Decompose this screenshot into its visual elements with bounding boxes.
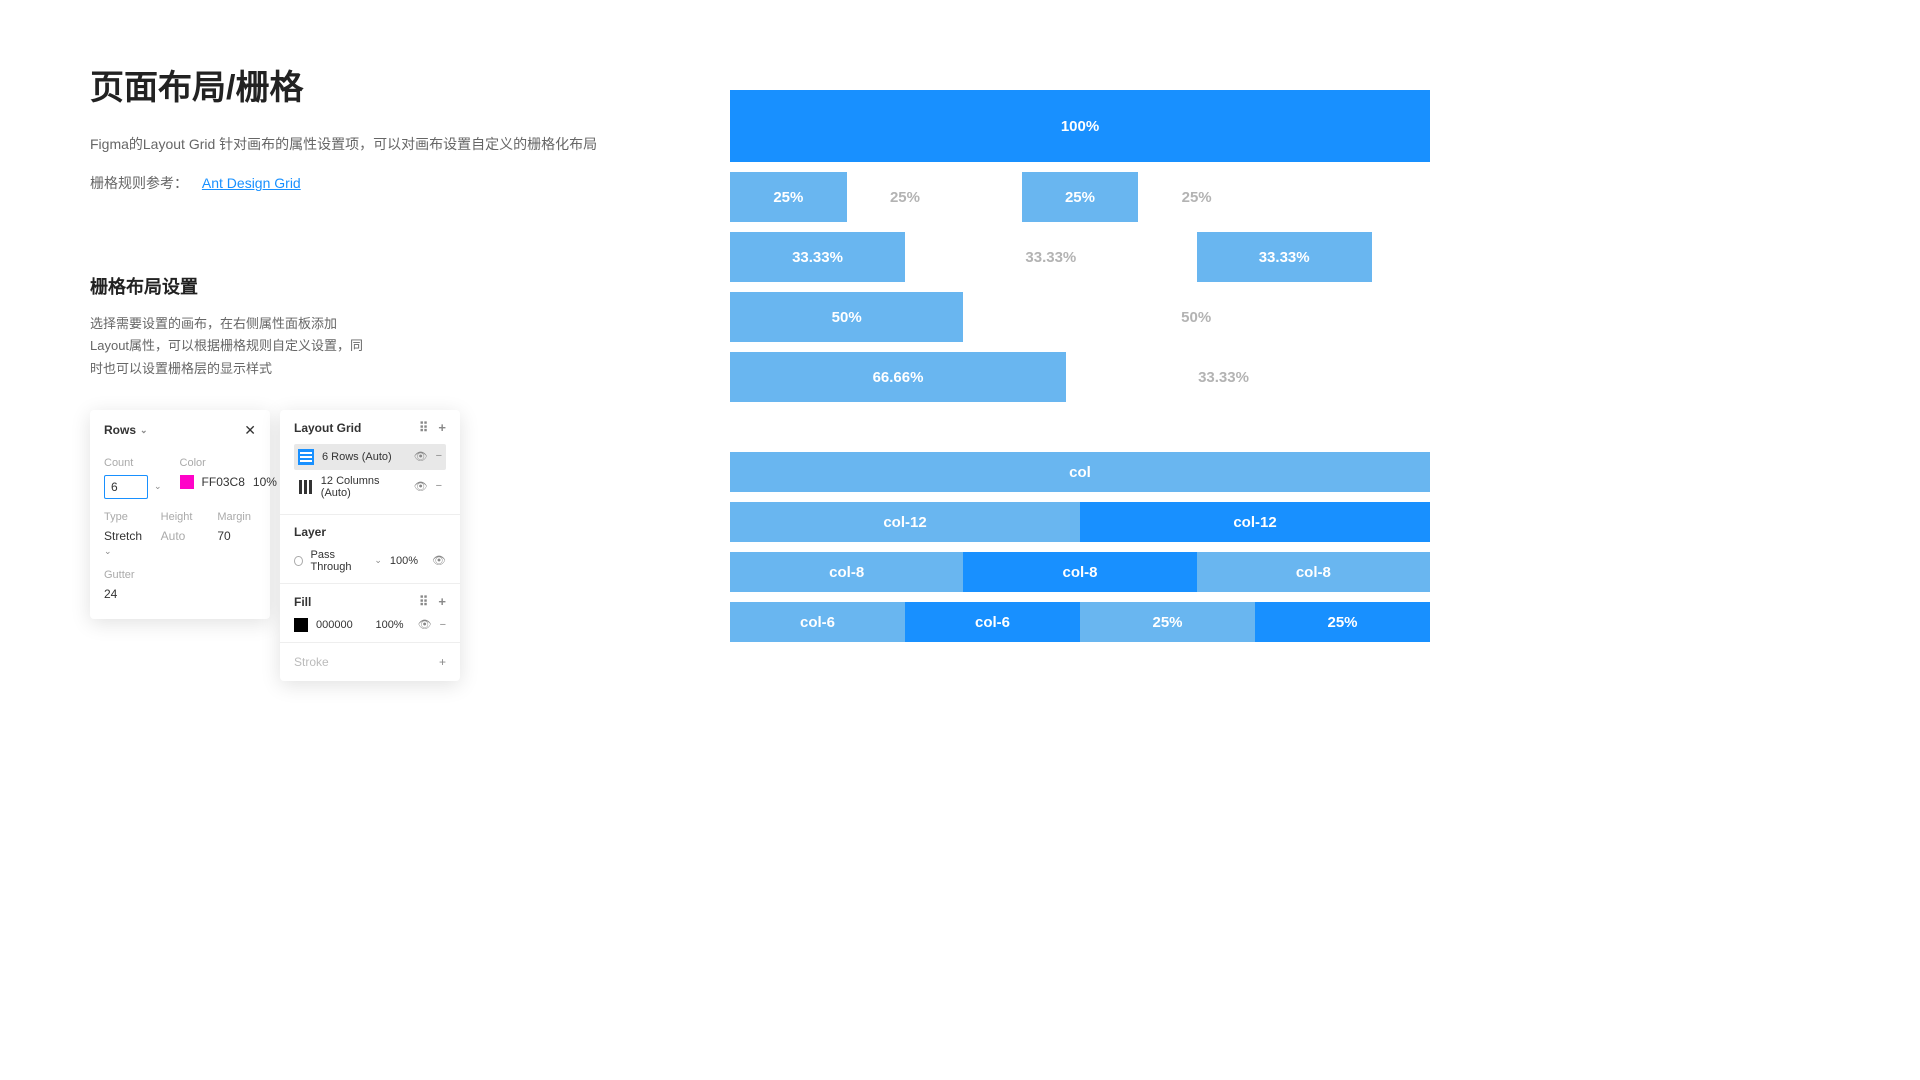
height-value: Auto [161, 529, 200, 543]
grid-cell: col-12 [730, 502, 1080, 542]
grid-cell: 33.33% [963, 232, 1138, 282]
grid-cell: 33.33% [730, 232, 905, 282]
figma-panels: Rows ⌄ ✕ Count 6 ⌄ Color [90, 410, 610, 681]
height-label: Height [161, 511, 200, 523]
grid-cell: 25% [847, 172, 964, 222]
blend-mode[interactable]: Pass Through [311, 549, 367, 573]
page-title: 页面布局/栅格 [90, 60, 610, 109]
grid-cell: col-8 [730, 552, 963, 592]
eye-icon[interactable]: 👁 [418, 618, 432, 631]
grid-cell: col-8 [963, 552, 1196, 592]
grid-item-cols[interactable]: 12 Columns (Auto) 👁− [294, 470, 446, 504]
fill-hex[interactable]: 000000 [316, 619, 353, 631]
section-desc: 选择需要设置的画布，在右侧属性面板添加Layout属性，可以根据栅格规则自定义设… [90, 313, 370, 379]
grid-cell: col-12 [1080, 502, 1430, 542]
grid-cell: col-6 [730, 602, 905, 642]
type-label: Type [104, 511, 143, 523]
grid-cell: col-8 [1197, 552, 1430, 592]
type-value[interactable]: Stretch ⌄ [104, 529, 143, 557]
chevron-down-icon: ⌄ [374, 555, 382, 566]
minus-icon[interactable]: − [440, 619, 446, 631]
gutter-label: Gutter [104, 569, 256, 581]
layout-grid-label: Layout Grid [294, 421, 361, 435]
color-opacity[interactable]: 10% [253, 475, 277, 489]
ref-label: 栅格规则参考： [90, 175, 188, 191]
margin-label: Margin [217, 511, 256, 523]
plus-icon[interactable]: + [438, 594, 446, 610]
rows-panel: Rows ⌄ ✕ Count 6 ⌄ Color [90, 410, 270, 619]
grid-cell: 25% [1255, 602, 1430, 642]
grid-cell: 50% [730, 292, 963, 342]
cols-item-label: 12 Columns (Auto) [321, 475, 406, 499]
minus-icon[interactable]: − [436, 480, 442, 493]
eye-icon[interactable]: 👁 [414, 480, 428, 493]
section-title: 栅格布局设置 [90, 273, 610, 299]
chevron-down-icon: ⌄ [140, 425, 148, 436]
margin-value[interactable]: 70 [217, 529, 256, 543]
rows-icon [298, 449, 314, 465]
color-label: Color [180, 457, 277, 469]
blend-icon [294, 556, 303, 566]
layer-opacity[interactable]: 100% [390, 555, 418, 567]
grid-cell: 33.33% [1136, 352, 1311, 402]
eye-icon[interactable]: 👁 [414, 450, 428, 463]
styles-icon[interactable]: ⠿ [419, 594, 429, 610]
color-hex[interactable]: FF03C8 [202, 475, 245, 489]
grid-cell: 66.66% [730, 352, 1066, 402]
fill-swatch[interactable] [294, 618, 308, 632]
rows-dropdown[interactable]: Rows [104, 423, 136, 437]
plus-icon[interactable]: + [439, 655, 446, 669]
grid-cell: 50% [1080, 292, 1313, 342]
grid-cell: col [730, 452, 1430, 492]
rows-item-label: 6 Rows (Auto) [322, 451, 392, 463]
close-icon[interactable]: ✕ [244, 422, 256, 439]
grid-cell: 33.33% [1197, 232, 1372, 282]
fill-label: Fill [294, 595, 311, 609]
page-desc: Figma的Layout Grid 针对画布的属性设置项，可以对画布设置自定义的… [90, 133, 610, 155]
fill-opacity[interactable]: 100% [375, 619, 403, 631]
ant-design-link[interactable]: Ant Design Grid [202, 175, 301, 191]
layer-label: Layer [294, 525, 326, 539]
gutter-value[interactable]: 24 [104, 587, 256, 601]
minus-icon[interactable]: − [436, 450, 442, 463]
grid-cell: 25% [1022, 172, 1139, 222]
chevron-down-icon[interactable]: ⌄ [154, 481, 162, 492]
grid-demo: 100% 25% 25% 25% 25% 33.33% 33.33% 33.33… [730, 90, 1430, 642]
stroke-label: Stroke [294, 655, 329, 669]
columns-icon [298, 479, 313, 495]
grid-styles-icon[interactable]: ⠿ [419, 420, 429, 436]
grid-cell: 25% [1138, 172, 1255, 222]
properties-panel: Layout Grid ⠿ + 6 Rows (Auto) 👁− 12 Col [280, 410, 460, 681]
eye-icon[interactable]: 👁 [432, 554, 446, 567]
grid-cell: 25% [1080, 602, 1255, 642]
plus-icon[interactable]: + [438, 420, 446, 436]
grid-cell: 25% [730, 172, 847, 222]
grid-item-rows[interactable]: 6 Rows (Auto) 👁− [294, 444, 446, 470]
count-input[interactable]: 6 [104, 475, 148, 499]
count-label: Count [104, 457, 162, 469]
grid-cell: 100% [730, 90, 1430, 162]
color-swatch[interactable] [180, 475, 194, 489]
ref-line: 栅格规则参考： Ant Design Grid [90, 173, 610, 193]
grid-cell: col-6 [905, 602, 1080, 642]
